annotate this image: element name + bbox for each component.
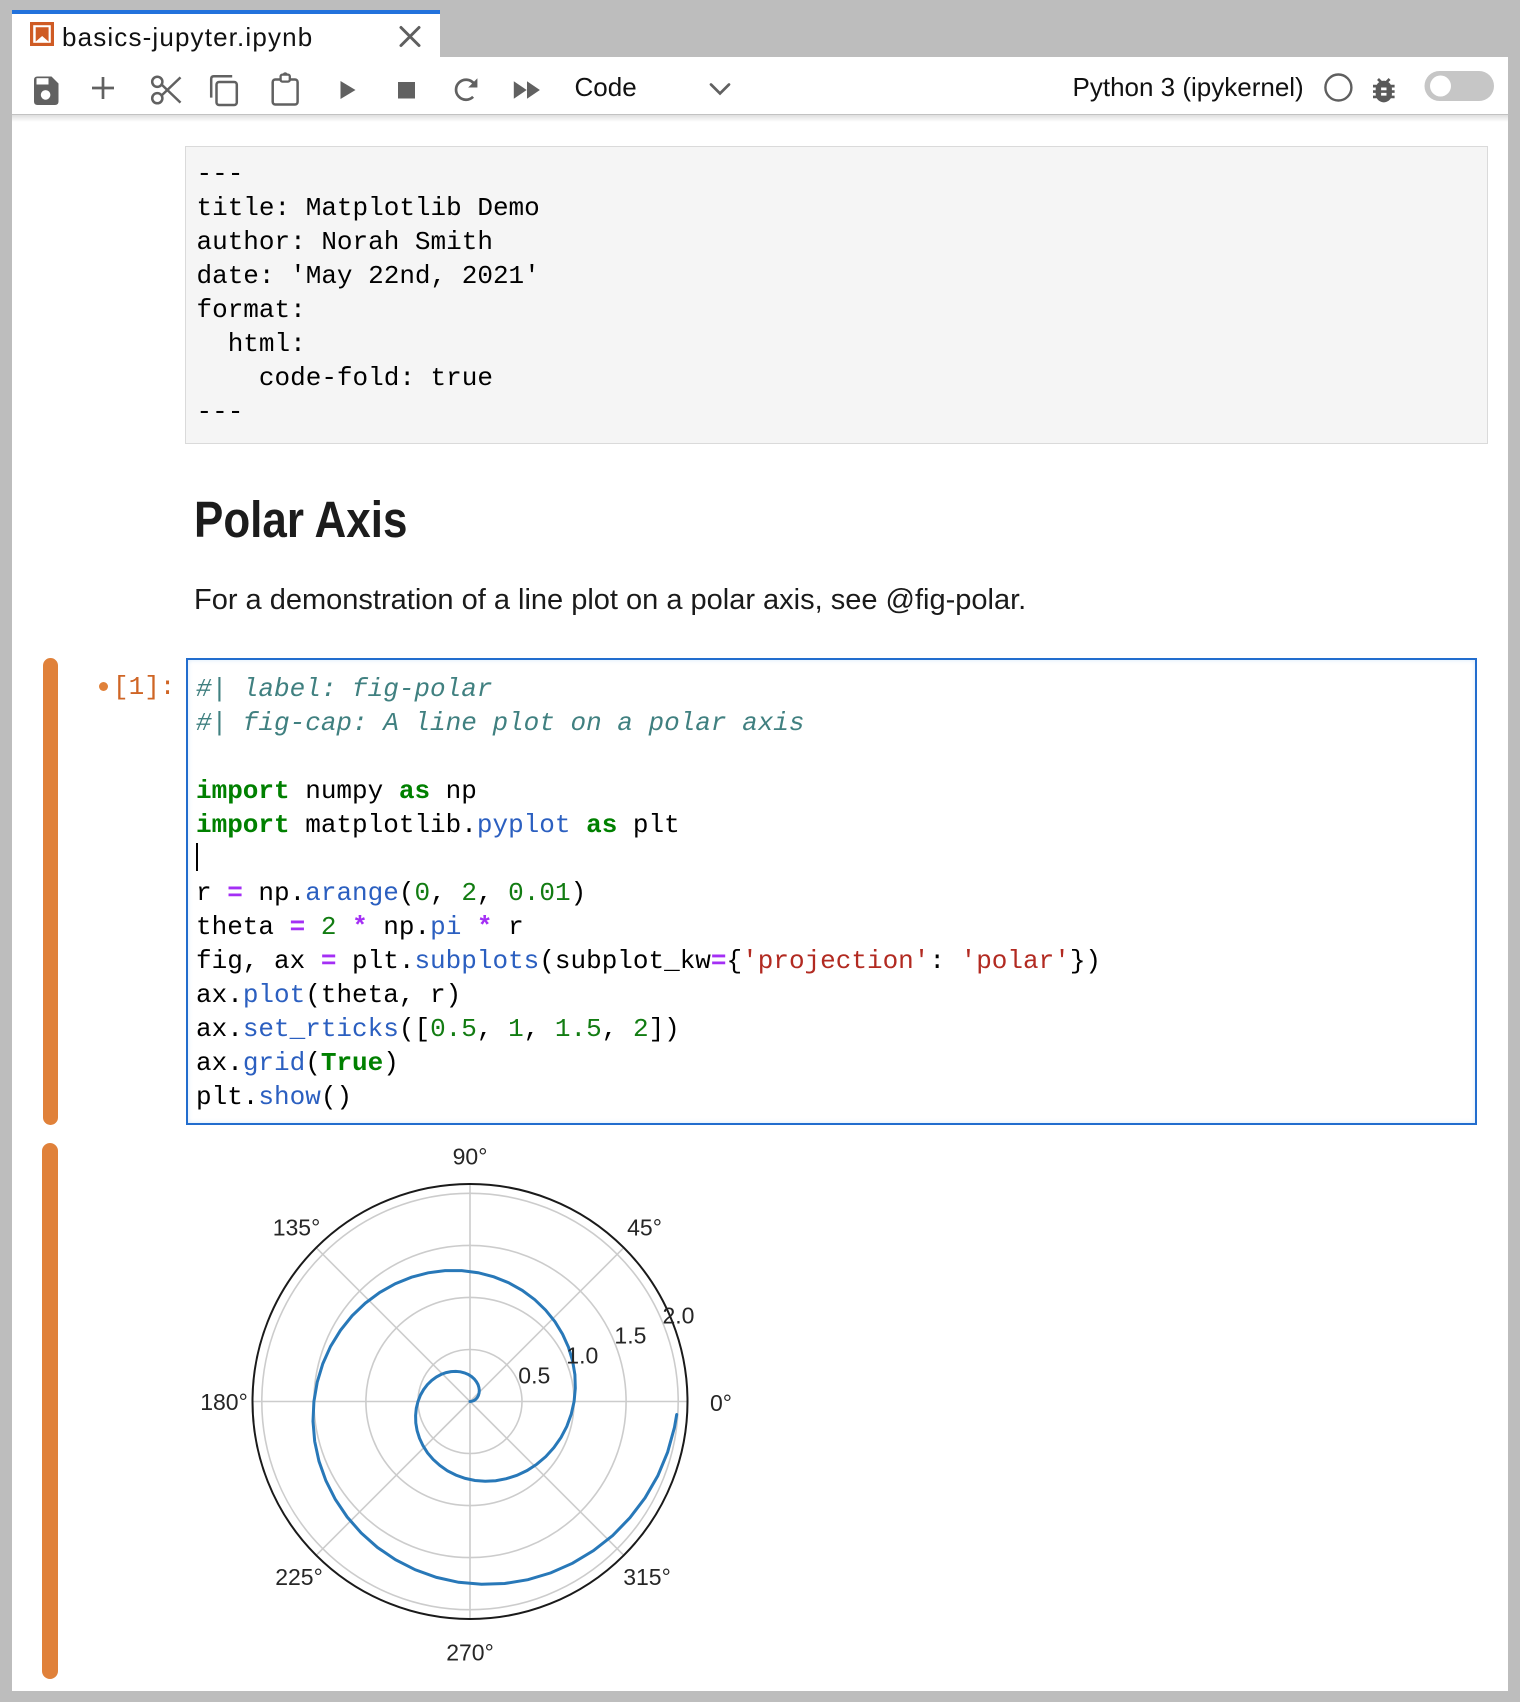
svg-text:0.5: 0.5 xyxy=(518,1363,550,1389)
svg-text:180°: 180° xyxy=(200,1389,248,1415)
svg-text:1.0: 1.0 xyxy=(566,1343,598,1369)
svg-text:2.0: 2.0 xyxy=(663,1303,695,1329)
svg-text:225°: 225° xyxy=(275,1564,323,1590)
svg-text:90°: 90° xyxy=(453,1144,488,1170)
svg-text:0°: 0° xyxy=(710,1390,732,1416)
svg-text:1.5: 1.5 xyxy=(614,1323,646,1349)
svg-text:135°: 135° xyxy=(273,1215,321,1241)
svg-text:45°: 45° xyxy=(627,1215,662,1241)
svg-text:270°: 270° xyxy=(446,1640,494,1666)
svg-text:315°: 315° xyxy=(623,1564,671,1590)
